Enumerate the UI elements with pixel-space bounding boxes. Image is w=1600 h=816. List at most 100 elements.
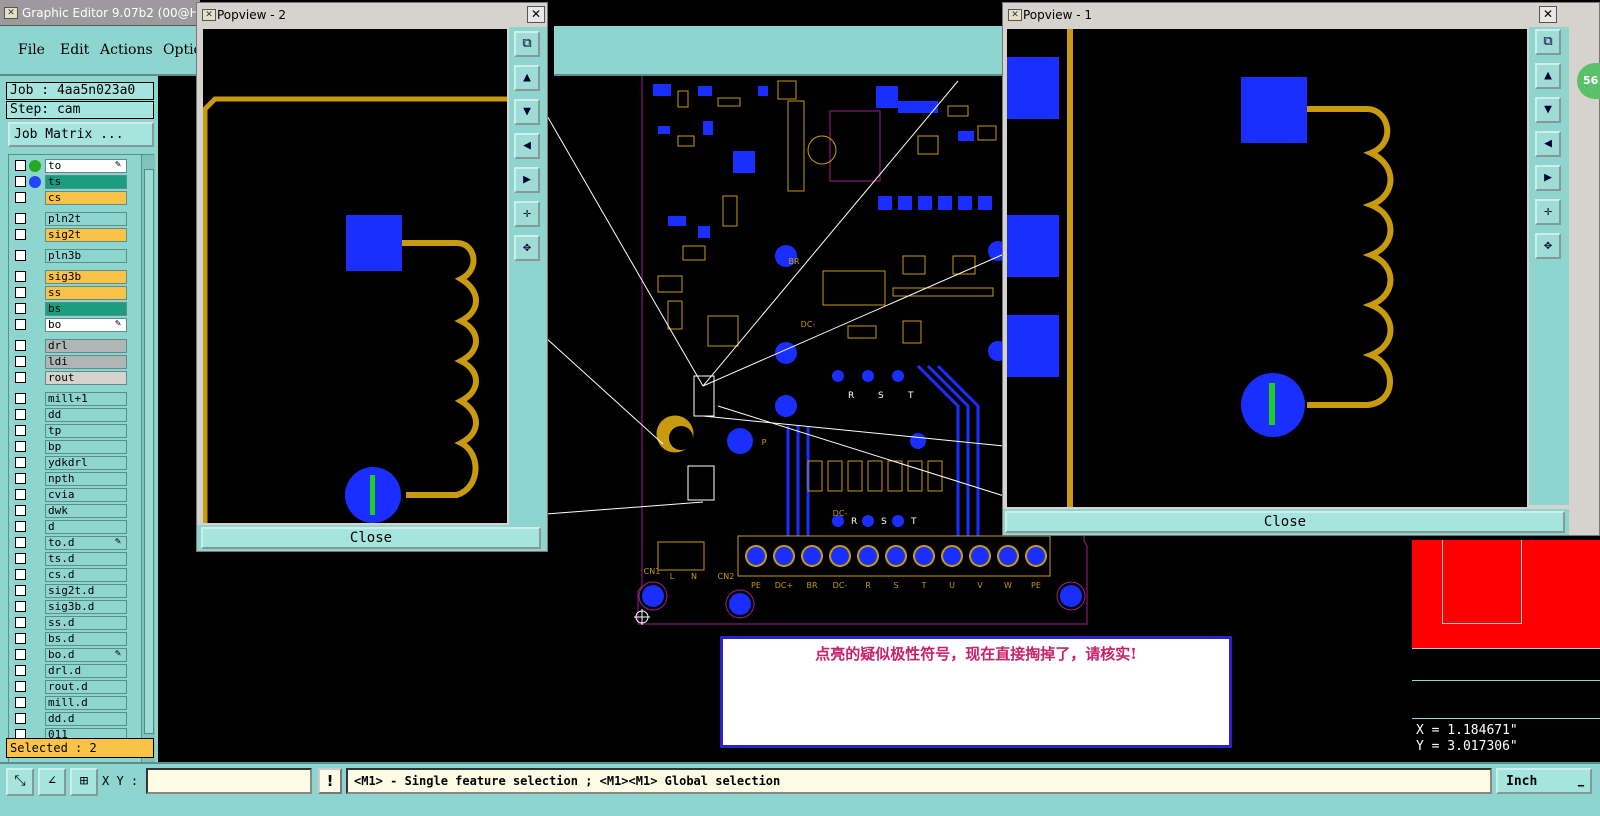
layer-name[interactable]: d <box>45 520 127 534</box>
popview-1-canvas[interactable] <box>1007 29 1527 507</box>
layer-row[interactable]: to ✎ <box>9 159 139 173</box>
layer-checkbox[interactable] <box>15 340 26 351</box>
layer-row[interactable]: ss.d <box>9 616 139 630</box>
layer-name[interactable]: ss <box>45 286 127 300</box>
layer-row[interactable]: rout <box>9 371 139 385</box>
scrollbar-thumb[interactable] <box>144 169 154 734</box>
layer-checkbox[interactable] <box>15 213 26 224</box>
pan-left-icon[interactable]: ◀ <box>1535 131 1561 157</box>
popview-2-canvas[interactable] <box>203 29 507 523</box>
layer-row[interactable]: dd.d <box>9 712 139 726</box>
floating-badge[interactable]: 56 <box>1577 63 1600 99</box>
pan-up-icon[interactable]: ▲ <box>1535 63 1561 89</box>
layer-checkbox[interactable] <box>15 441 26 452</box>
menu-file[interactable]: File <box>18 42 45 58</box>
layer-row[interactable]: mill+1 <box>9 392 139 406</box>
layer-checkbox[interactable] <box>15 681 26 692</box>
layer-checkbox[interactable] <box>15 319 26 330</box>
layer-row[interactable]: ts <box>9 175 139 189</box>
layer-row[interactable]: dd <box>9 408 139 422</box>
layer-checkbox[interactable] <box>15 697 26 708</box>
pan-right-icon[interactable]: ▶ <box>514 167 540 193</box>
unit-selector[interactable]: Inch ▁ <box>1496 768 1592 794</box>
layer-row[interactable]: rout.d <box>9 680 139 694</box>
layer-row[interactable]: tp <box>9 424 139 438</box>
popview-2-close-button[interactable]: Close <box>201 527 541 549</box>
layer-name[interactable]: cvia <box>45 488 127 502</box>
layer-row[interactable]: cvia <box>9 488 139 502</box>
pan-down-icon[interactable]: ▼ <box>514 99 540 125</box>
layer-name[interactable]: bp <box>45 440 127 454</box>
layer-row[interactable]: bo.d ✎ <box>9 648 139 662</box>
layer-checkbox[interactable] <box>15 489 26 500</box>
layer-checkbox[interactable] <box>15 160 26 171</box>
warning-button[interactable]: ! <box>318 768 342 794</box>
layer-row[interactable]: drl <box>9 339 139 353</box>
popview-1-close-button[interactable]: Close <box>1005 511 1565 533</box>
layer-name[interactable]: drl.d <box>45 664 127 678</box>
layer-checkbox[interactable] <box>15 569 26 580</box>
layer-name[interactable]: drl <box>45 339 127 353</box>
zoom-in-icon[interactable]: ✛ <box>1535 199 1561 225</box>
layer-name[interactable]: ts.d <box>45 552 127 566</box>
layer-name[interactable]: sig2t <box>45 228 127 242</box>
zoom-out-icon[interactable]: ✥ <box>514 235 540 261</box>
layer-checkbox[interactable] <box>15 393 26 404</box>
layer-name[interactable]: rout <box>45 371 127 385</box>
layer-row[interactable]: bo ✎ <box>9 318 139 332</box>
layer-checkbox[interactable] <box>15 665 26 676</box>
layer-checkbox[interactable] <box>15 505 26 516</box>
layer-name[interactable]: bs <box>45 302 127 316</box>
layer-name[interactable]: pln2t <box>45 212 127 226</box>
pan-right-icon[interactable]: ▶ <box>1535 165 1561 191</box>
layer-name[interactable]: mill.d <box>45 696 127 710</box>
layer-checkbox[interactable] <box>15 303 26 314</box>
layer-name[interactable]: tp <box>45 424 127 438</box>
zoom-fit-icon[interactable]: ⧉ <box>1535 29 1561 55</box>
layer-checkbox[interactable] <box>15 713 26 724</box>
layer-checkbox[interactable] <box>15 633 26 644</box>
layer-row[interactable]: sig3b.d <box>9 600 139 614</box>
layer-checkbox[interactable] <box>15 585 26 596</box>
layer-checkbox[interactable] <box>15 601 26 612</box>
menu-actions[interactable]: Actions <box>100 42 153 58</box>
layer-name[interactable]: sig2t.d <box>45 584 127 598</box>
layer-name[interactable]: cs.d <box>45 568 127 582</box>
layer-checkbox[interactable] <box>15 457 26 468</box>
layer-checkbox[interactable] <box>15 356 26 367</box>
layer-name[interactable]: dd <box>45 408 127 422</box>
layer-checkbox[interactable] <box>15 250 26 261</box>
layer-name[interactable]: ldi <box>45 355 127 369</box>
layer-checkbox[interactable] <box>15 287 26 298</box>
pan-up-icon[interactable]: ▲ <box>514 65 540 91</box>
layer-checkbox[interactable] <box>15 617 26 628</box>
pan-left-icon[interactable]: ◀ <box>514 133 540 159</box>
layer-row[interactable]: cs.d <box>9 568 139 582</box>
layer-name[interactable]: ts <box>45 175 127 189</box>
pan-down-icon[interactable]: ▼ <box>1535 97 1561 123</box>
layer-checkbox[interactable] <box>15 521 26 532</box>
layer-row[interactable]: sig2t.d <box>9 584 139 598</box>
layer-name[interactable]: npth <box>45 472 127 486</box>
layer-name[interactable]: mill+1 <box>45 392 127 406</box>
layer-scrollbar[interactable] <box>141 155 155 813</box>
layer-row[interactable]: dwk <box>9 504 139 518</box>
layer-row[interactable]: ldi <box>9 355 139 369</box>
layer-row[interactable]: sig3b <box>9 270 139 284</box>
layer-row[interactable]: bp <box>9 440 139 454</box>
layer-row[interactable]: pln2t <box>9 212 139 226</box>
layer-name[interactable]: ydkdrl <box>45 456 127 470</box>
layer-row[interactable]: d <box>9 520 139 534</box>
menu-edit[interactable]: Edit <box>60 42 89 58</box>
layer-row[interactable]: drl.d <box>9 664 139 678</box>
layer-row[interactable]: ts.d <box>9 552 139 566</box>
close-icon[interactable]: ✕ <box>1539 6 1557 23</box>
layer-name[interactable]: ss.d <box>45 616 127 630</box>
layer-row[interactable]: ydkdrl <box>9 456 139 470</box>
layer-checkbox[interactable] <box>15 372 26 383</box>
measure-icon[interactable]: ∠ <box>38 768 66 796</box>
layer-checkbox[interactable] <box>15 271 26 282</box>
layer-name[interactable]: cs <box>45 191 127 205</box>
layer-checkbox[interactable] <box>15 409 26 420</box>
layer-row[interactable]: npth <box>9 472 139 486</box>
